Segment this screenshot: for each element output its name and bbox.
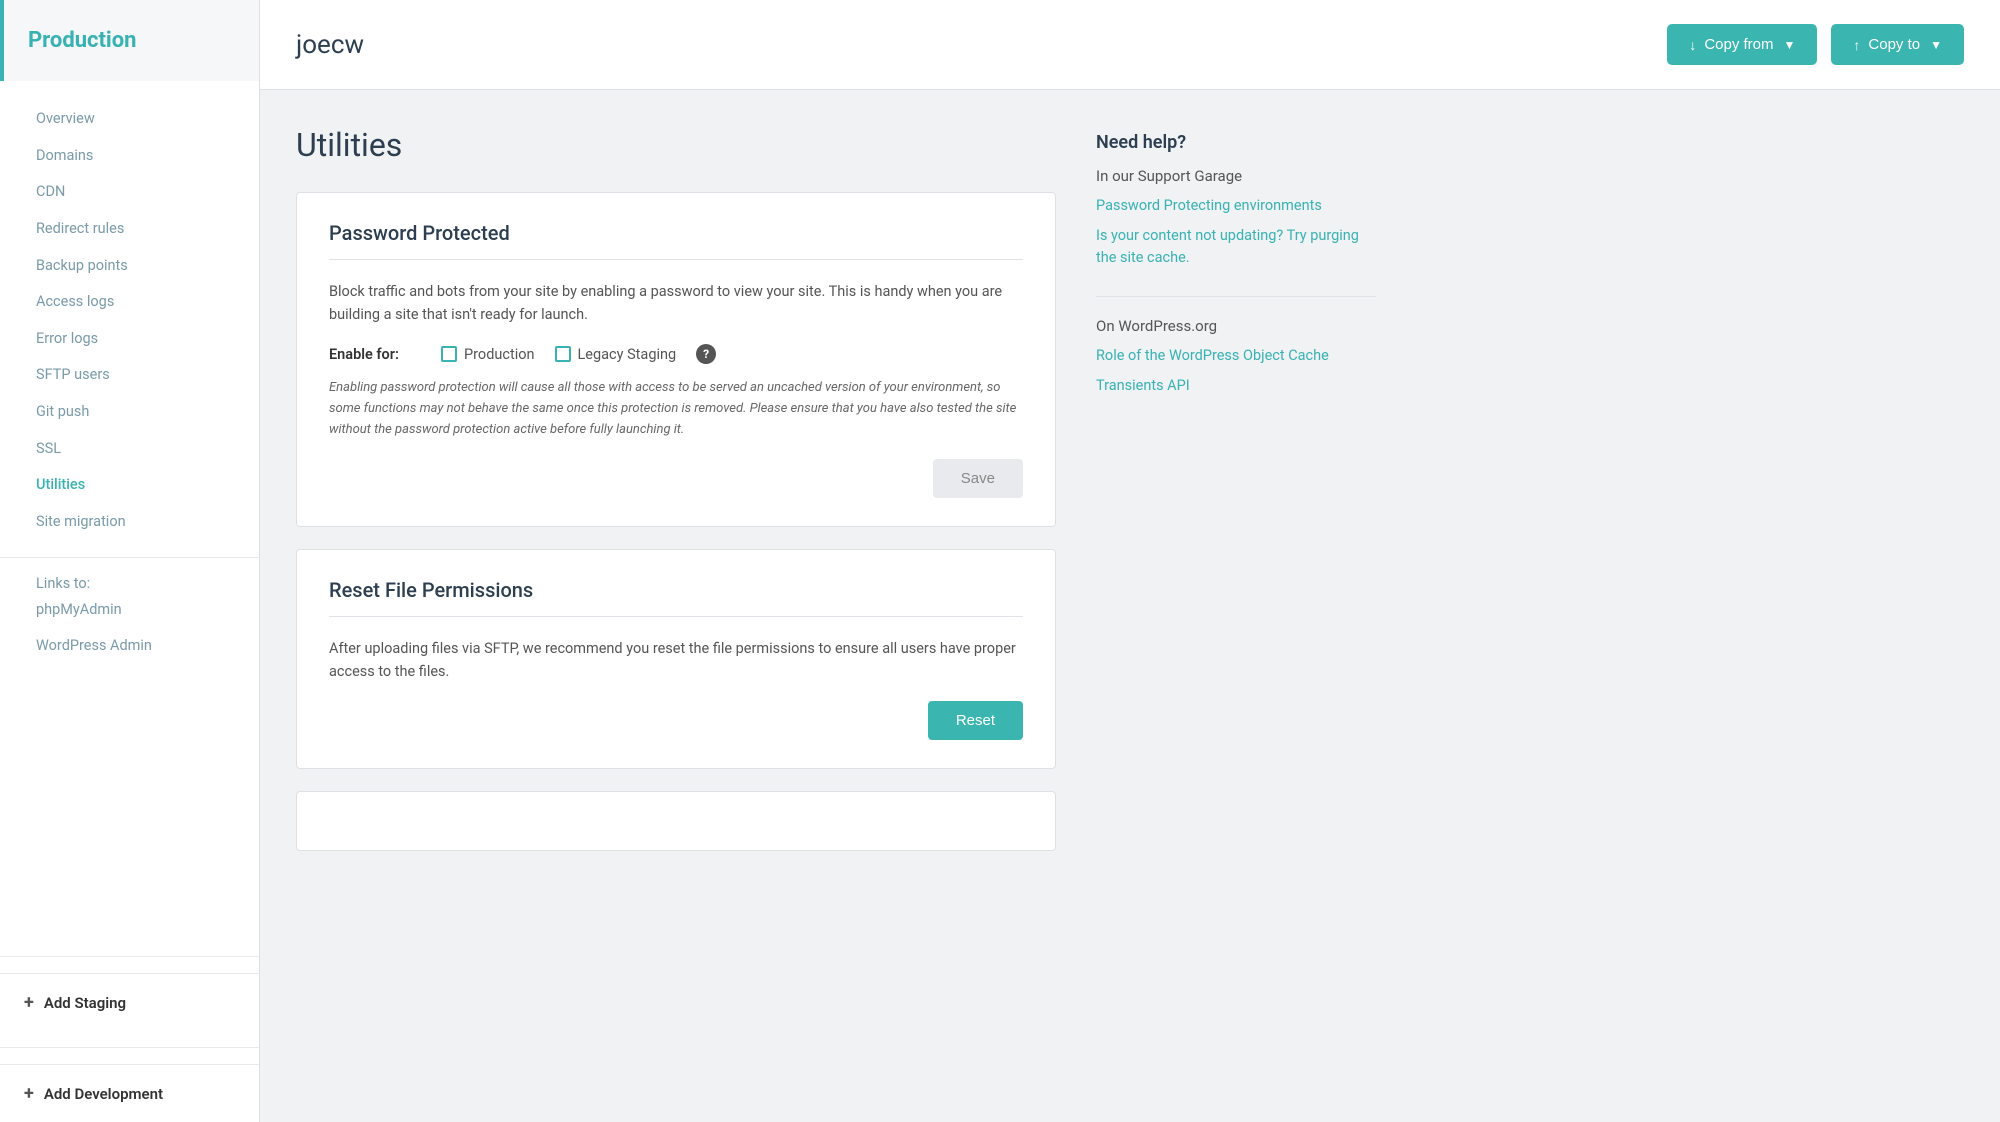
content-main: Utilities Password Protected Block traff… xyxy=(296,126,1056,873)
links-to-label: Links to: xyxy=(0,559,126,596)
legacy-staging-checkbox[interactable] xyxy=(555,346,571,362)
wordpress-org-subtitle: On WordPress.org xyxy=(1096,317,1376,335)
reset-file-permissions-title: Reset File Permissions xyxy=(329,578,1023,617)
reset-file-permissions-card: Reset File Permissions After uploading f… xyxy=(296,549,1056,769)
copy-from-button[interactable]: ↓ Copy from ▼ xyxy=(1667,24,1817,65)
page-site-title: joecw xyxy=(296,30,364,60)
sidebar-item-ssl[interactable]: SSL xyxy=(0,431,259,468)
checkbox-group: Production Legacy Staging ? xyxy=(441,344,716,364)
topbar-actions: ↓ Copy from ▼ ↑ Copy to ▼ xyxy=(1667,24,1964,65)
save-button[interactable]: Save xyxy=(933,459,1023,498)
reset-file-permissions-description: After uploading files via SFTP, we recom… xyxy=(329,637,1023,683)
legacy-staging-checkbox-item[interactable]: Legacy Staging xyxy=(555,346,677,363)
copy-from-arrow-icon: ↓ xyxy=(1689,37,1696,53)
extra-card xyxy=(296,791,1056,851)
copy-to-arrow-icon: ↑ xyxy=(1853,37,1860,53)
enable-for-label: Enable for: xyxy=(329,346,419,363)
copy-from-label: Copy from xyxy=(1704,36,1773,53)
save-actions: Save xyxy=(329,459,1023,498)
content-sidebar: Need help? In our Support Garage Passwor… xyxy=(1096,126,1376,425)
sidebar-item-access-logs[interactable]: Access logs xyxy=(0,284,259,321)
sidebar-item-phpmyadmin[interactable]: phpMyAdmin xyxy=(0,592,259,629)
support-link-1[interactable]: Is your content not updating? Try purgin… xyxy=(1096,225,1376,269)
sidebar-header: Production xyxy=(0,0,259,81)
side-divider xyxy=(1096,296,1376,297)
reset-actions: Reset xyxy=(329,701,1023,740)
add-staging-button[interactable]: + Add Staging xyxy=(0,973,259,1031)
sidebar-item-wordpress-admin[interactable]: WordPress Admin xyxy=(0,628,259,665)
plus-icon-staging: + xyxy=(24,992,34,1013)
sidebar-item-cdn[interactable]: CDN xyxy=(0,174,259,211)
production-checkbox-label: Production xyxy=(464,346,535,363)
content-area: Utilities Password Protected Block traff… xyxy=(260,90,2000,1122)
support-garage-subtitle: In our Support Garage xyxy=(1096,167,1376,185)
legacy-staging-checkbox-label: Legacy Staging xyxy=(578,346,677,363)
password-protected-card: Password Protected Block traffic and bot… xyxy=(296,192,1056,527)
copy-to-label: Copy to xyxy=(1868,36,1920,53)
add-staging-label: Add Staging xyxy=(44,994,126,1012)
add-development-label: Add Development xyxy=(44,1085,163,1103)
sidebar-item-error-logs[interactable]: Error logs xyxy=(0,321,259,358)
sidebar-item-backup-points[interactable]: Backup points xyxy=(0,248,259,285)
copy-to-caret-icon: ▼ xyxy=(1930,38,1942,52)
need-help-title: Need help? xyxy=(1096,132,1376,153)
main-content: joecw ↓ Copy from ▼ ↑ Copy to ▼ Utilitie… xyxy=(260,0,2000,1122)
support-link-0[interactable]: Password Protecting environments xyxy=(1096,195,1376,217)
environment-title: Production xyxy=(28,28,137,53)
topbar: joecw ↓ Copy from ▼ ↑ Copy to ▼ xyxy=(260,0,2000,90)
wordpress-org-section: On WordPress.org Role of the WordPress O… xyxy=(1096,317,1376,397)
sidebar-item-git-push[interactable]: Git push xyxy=(0,394,259,431)
sidebar-item-domains[interactable]: Domains xyxy=(0,138,259,175)
sidebar-item-utilities[interactable]: Utilities xyxy=(0,467,259,504)
sidebar: Production Overview Domains CDN Redirect… xyxy=(0,0,260,1122)
page-title: Utilities xyxy=(296,126,1056,164)
app-layout: Production Overview Domains CDN Redirect… xyxy=(0,0,2000,1122)
enable-for-row: Enable for: Production Legacy Staging ? xyxy=(329,344,1023,364)
production-checkbox-item[interactable]: Production xyxy=(441,346,535,363)
reset-button[interactable]: Reset xyxy=(928,701,1023,740)
password-protected-description: Block traffic and bots from your site by… xyxy=(329,280,1023,326)
need-help-section: Need help? In our Support Garage Passwor… xyxy=(1096,132,1376,268)
sidebar-section-divider-1 xyxy=(0,956,259,957)
sidebar-item-site-migration[interactable]: Site migration xyxy=(0,504,259,541)
copy-to-button[interactable]: ↑ Copy to ▼ xyxy=(1831,24,1964,65)
production-checkbox[interactable] xyxy=(441,346,457,362)
help-icon[interactable]: ? xyxy=(696,344,716,364)
sidebar-item-overview[interactable]: Overview xyxy=(0,101,259,138)
add-development-button[interactable]: + Add Development xyxy=(0,1064,259,1122)
plus-icon-development: + xyxy=(24,1083,34,1104)
wordpress-link-0[interactable]: Role of the WordPress Object Cache xyxy=(1096,345,1376,367)
sidebar-item-sftp-users[interactable]: SFTP users xyxy=(0,357,259,394)
sidebar-section-divider-2 xyxy=(0,1047,259,1048)
sidebar-nav: Overview Domains CDN Redirect rules Back… xyxy=(0,81,259,940)
sidebar-divider xyxy=(0,557,259,558)
wordpress-link-1[interactable]: Transients API xyxy=(1096,375,1376,397)
sidebar-item-redirect-rules[interactable]: Redirect rules xyxy=(0,211,259,248)
copy-from-caret-icon: ▼ xyxy=(1784,38,1796,52)
password-protected-title: Password Protected xyxy=(329,221,1023,260)
password-warning: Enabling password protection will cause … xyxy=(329,378,1023,440)
